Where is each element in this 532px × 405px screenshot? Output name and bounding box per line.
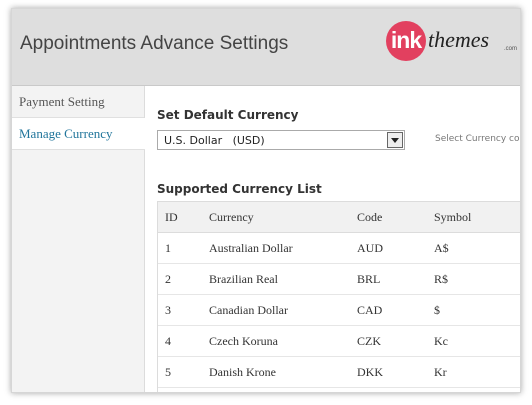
column-header-currency: Currency	[209, 202, 357, 233]
settings-window: Appointments Advance Settings ink themes…	[11, 8, 521, 393]
inkthemes-logo: ink themes .com	[386, 21, 518, 65]
column-header-code: Code	[357, 202, 434, 233]
cell-symbol: Kr	[434, 356, 520, 388]
chevron-down-icon[interactable]	[387, 132, 403, 148]
cell-currency: Czech Koruna	[209, 325, 357, 357]
currency-table: ID Currency Code Symbol 1 Australian Dol…	[158, 202, 520, 388]
cell-id: 1	[158, 232, 209, 264]
sidebar-item-payment-setting[interactable]: Payment Setting	[12, 86, 144, 118]
cell-currency: Danish Krone	[209, 356, 357, 388]
cell-currency: Australian Dollar	[209, 232, 357, 264]
table-row: 4 Czech Koruna CZK Kc	[158, 325, 520, 357]
cell-code: CZK	[357, 325, 434, 357]
currency-select-value: U.S. Dollar (USD)	[164, 134, 265, 147]
currency-list-heading: Supported Currency List	[157, 182, 322, 196]
column-header-symbol: Symbol	[434, 202, 520, 233]
settings-sidebar: Payment Setting Manage Currency	[12, 86, 145, 392]
table-row: 1 Australian Dollar AUD A$	[158, 232, 520, 264]
cell-id: 5	[158, 356, 209, 388]
column-header-id: ID	[158, 202, 209, 233]
logo-wordmark: themes	[428, 27, 490, 52]
cell-code: CAD	[357, 294, 434, 326]
cell-code: DKK	[357, 356, 434, 388]
cell-symbol: R$	[434, 263, 520, 295]
cell-symbol: Kc	[434, 325, 520, 357]
table-row: 5 Danish Krone DKK Kr	[158, 356, 520, 388]
cell-currency: Brazilian Real	[209, 263, 357, 295]
default-currency-heading: Set Default Currency	[157, 108, 299, 122]
currency-select-hint: Select Currency code.	[435, 134, 520, 144]
sidebar-item-manage-currency[interactable]: Manage Currency	[12, 118, 145, 150]
currency-select[interactable]: U.S. Dollar (USD)	[157, 130, 405, 150]
table-header-row: ID Currency Code Symbol	[158, 202, 520, 233]
logo-mark: ink	[386, 21, 426, 61]
page-header: Appointments Advance Settings ink themes…	[12, 9, 520, 86]
cell-symbol: $	[434, 294, 520, 326]
cell-currency: Canadian Dollar	[209, 294, 357, 326]
page-title: Appointments Advance Settings	[20, 33, 289, 54]
currency-table-container: ID Currency Code Symbol 1 Australian Dol…	[157, 201, 520, 392]
cell-code: BRL	[357, 263, 434, 295]
cell-id: 2	[158, 263, 209, 295]
main-content: Set Default Currency U.S. Dollar (USD) S…	[145, 86, 520, 392]
table-row: 3 Canadian Dollar CAD $	[158, 294, 520, 326]
cell-id: 4	[158, 325, 209, 357]
cell-symbol: A$	[434, 232, 520, 264]
table-row: 2 Brazilian Real BRL R$	[158, 263, 520, 295]
logo-suffix: .com	[504, 46, 518, 52]
cell-code: AUD	[357, 232, 434, 264]
cell-id: 3	[158, 294, 209, 326]
